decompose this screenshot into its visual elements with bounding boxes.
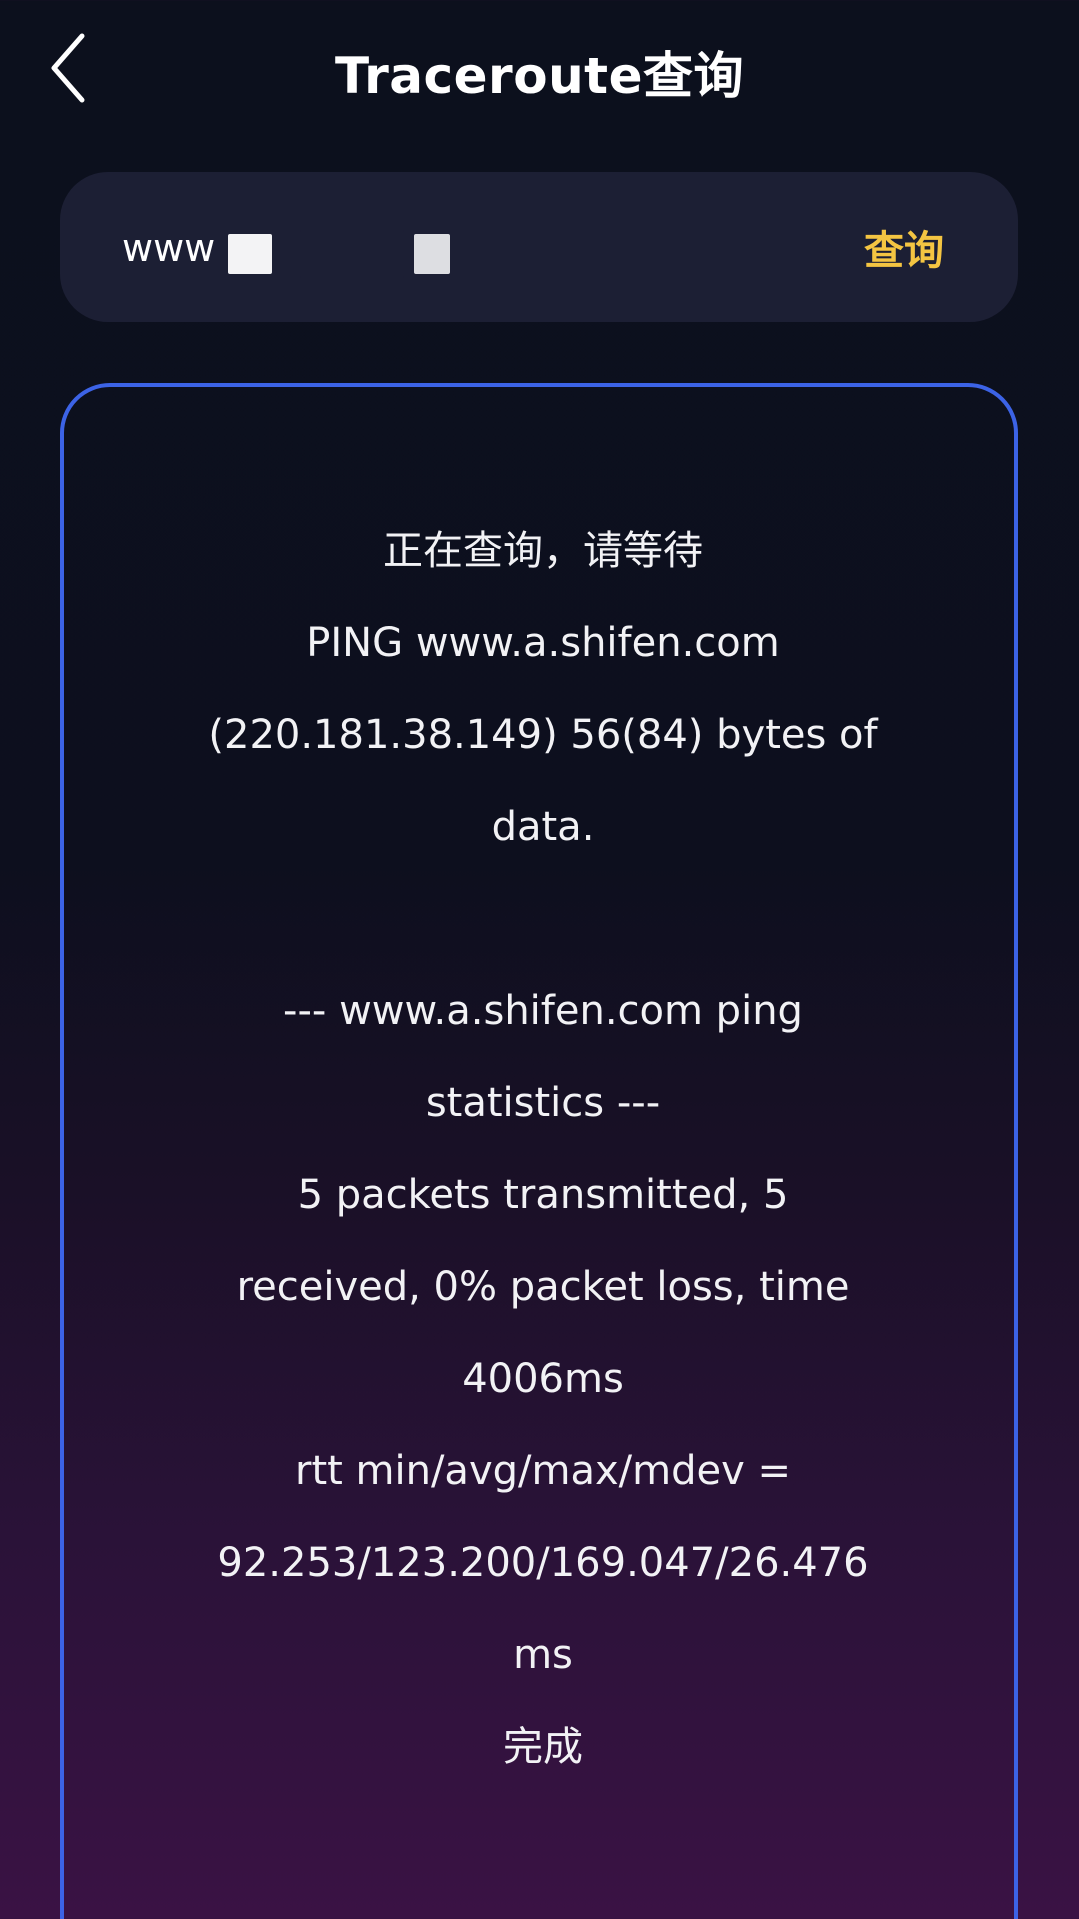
result-line: 5 packets transmitted, 5 [297, 1172, 789, 1218]
result-line: 正在查询，请等待 [383, 528, 703, 574]
result-line: 4006ms [462, 1356, 624, 1402]
result-panel: 正在查询，请等待 PING www.a.shifen.com (220.181.38… [60, 383, 1018, 1919]
search-bar: 查询 [60, 172, 1018, 322]
redacted-text-block [414, 234, 450, 274]
page-title: Traceroute查询 [335, 47, 744, 105]
result-line [134, 873, 952, 965]
result-line: (220.181.38.149) 56(84) bytes of [208, 712, 878, 758]
result-line: 完成 [503, 1724, 583, 1770]
result-line: ms [513, 1632, 573, 1678]
result-line: PING www.a.shifen.com [306, 620, 780, 666]
result-line: statistics --- [425, 1080, 661, 1126]
result-output: 正在查询，请等待 PING www.a.shifen.com (220.181.38… [134, 505, 952, 1793]
redacted-text-block [228, 234, 272, 274]
result-line: received, 0% packet loss, time [236, 1264, 850, 1310]
result-line: 92.253/123.200/169.047/26.476 [217, 1540, 869, 1586]
result-line: --- www.a.shifen.com ping [283, 988, 803, 1034]
redacted-text-block [300, 230, 404, 278]
result-line: rtt min/avg/max/mdev = [295, 1448, 791, 1494]
header-bar: Traceroute查询 [0, 0, 1079, 150]
result-line: data. [491, 804, 595, 850]
query-button[interactable]: 查询 [864, 218, 944, 276]
